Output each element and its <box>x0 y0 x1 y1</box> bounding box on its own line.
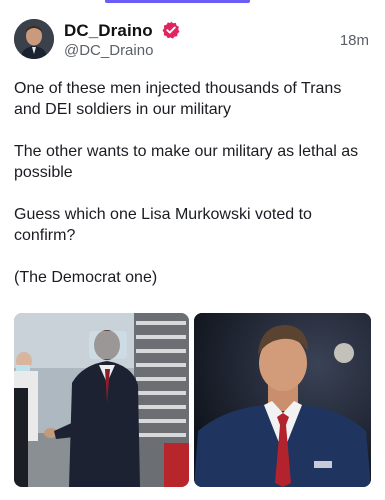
media-photo-right[interactable] <box>194 313 371 487</box>
author-handle[interactable]: @DC_Draino <box>64 42 153 59</box>
verified-badge-icon <box>162 21 180 39</box>
post-header: DC_Draino @DC_Draino 18m <box>14 19 371 61</box>
active-tab-indicator <box>105 0 250 3</box>
avatar-image <box>14 19 54 59</box>
post-media-grid <box>14 313 371 487</box>
post-text: One of these men injected thousands of T… <box>14 78 370 309</box>
post-paragraph-3: Guess which one Lisa Murkowski voted to … <box>14 206 312 244</box>
post-timestamp: 18m <box>339 32 369 49</box>
avatar[interactable] <box>14 19 54 59</box>
author-name[interactable]: DC_Draino <box>64 21 153 41</box>
post-paragraph-4: (The Democrat one) <box>14 269 158 286</box>
post-paragraph-1: One of these men injected thousands of T… <box>14 80 342 118</box>
post-paragraph-2: The other wants to make our military as … <box>14 143 359 181</box>
media-photo-left[interactable] <box>14 313 189 487</box>
